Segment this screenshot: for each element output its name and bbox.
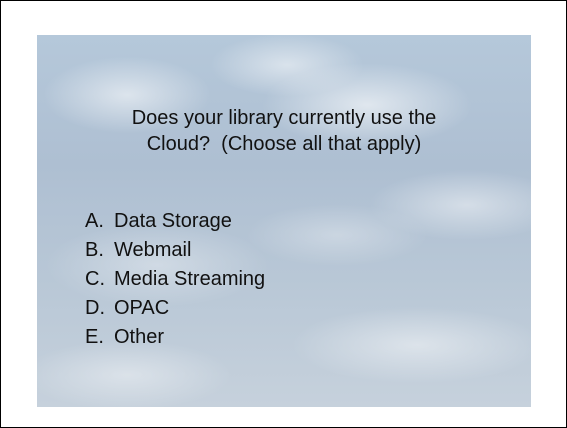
question-text: Does your library currently use the Clou… <box>37 105 531 157</box>
option-letter: B. <box>85 239 104 261</box>
option-label: Webmail <box>114 239 192 261</box>
question-line-2: Cloud? (Choose all that apply) <box>146 133 422 155</box>
option-b: B. Webmail <box>85 236 265 265</box>
page-frame: Does your library currently use the Clou… <box>0 0 567 428</box>
question-line-1: Does your library currently use the <box>131 107 437 129</box>
option-c: C. Media Streaming <box>85 265 265 294</box>
option-letter: D. <box>85 297 105 319</box>
option-label: OPAC <box>114 297 170 319</box>
option-label: Media Streaming <box>114 268 266 290</box>
option-label: Data Storage <box>114 210 232 232</box>
answer-options-list: A. Data Storage B. Webmail C. Media Streami… <box>85 207 265 352</box>
option-a: A. Data Storage <box>85 207 265 236</box>
option-label: Other <box>114 326 165 348</box>
option-d: D. OPAC <box>85 294 265 323</box>
option-letter: C. <box>85 268 105 290</box>
option-letter: E. <box>85 326 104 348</box>
slide-cloud-background: Does your library currently use the Clou… <box>37 35 531 407</box>
option-e: E. Other <box>85 323 265 352</box>
option-letter: A. <box>85 210 104 232</box>
